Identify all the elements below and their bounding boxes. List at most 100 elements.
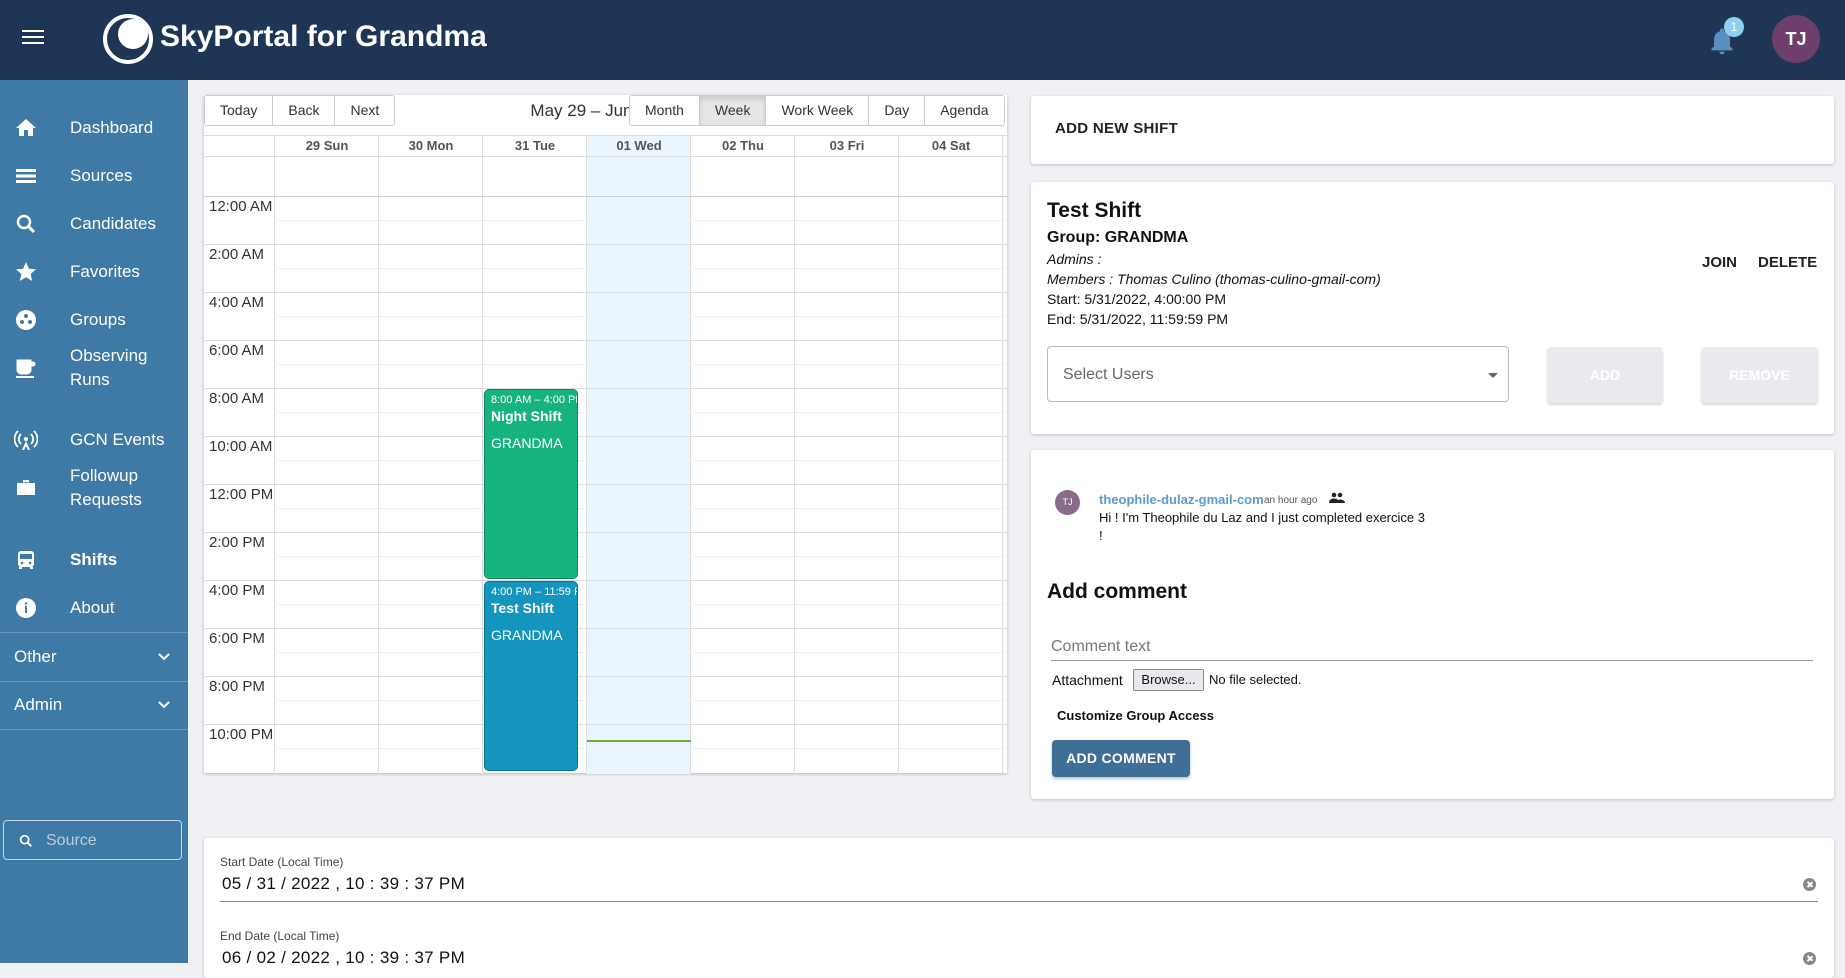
grid-row-line — [204, 388, 1007, 389]
sidebar-item-label: Candidates — [70, 214, 157, 233]
grid-half-row-line — [275, 364, 1007, 365]
end-date-input[interactable]: 06 / 02 / 2022 , 10 : 39 : 37 PM — [222, 948, 465, 968]
view-week-button[interactable]: Week — [699, 96, 767, 125]
groups-icon — [16, 310, 36, 330]
shift-calendar: Today Back Next May 29 – June 04 Month W… — [204, 95, 1007, 774]
search-icon — [16, 214, 36, 234]
sidebar-item-label: Sources — [70, 166, 133, 185]
comment-text-input[interactable] — [1051, 633, 1813, 661]
sidebar: Dashboard Sources Candidates Favorites G… — [0, 80, 188, 963]
day-header[interactable]: 03 Fri — [795, 136, 899, 156]
calendar-event[interactable]: 8:00 AM – 4:00 PM Night Shift GRANDMA — [484, 389, 578, 579]
sidebar-item-about[interactable]: About — [0, 584, 188, 632]
sidebar-item-dashboard[interactable]: Dashboard — [0, 104, 188, 152]
next-button[interactable]: Next — [335, 96, 395, 125]
sidebar-item-favorites[interactable]: Favorites — [0, 248, 188, 296]
shift-end: End: 5/31/2022, 11:59:59 PM — [1047, 311, 1229, 327]
top-app-bar: SkyPortal for Grandma 1 TJ — [0, 0, 1845, 80]
time-slot-label: 8:00 PM — [209, 678, 265, 695]
user-avatar[interactable]: TJ — [1772, 15, 1820, 63]
join-button[interactable]: JOIN — [1702, 254, 1737, 271]
calendar-view-buttons: Month Week Work Week Day Agenda — [629, 95, 1005, 126]
grid-half-row-line — [275, 556, 1007, 557]
sidebar-item-followup-requests[interactable]: Followup Requests — [0, 464, 188, 512]
sidebar-item-label: About — [70, 598, 115, 617]
group-visibility-icon — [1329, 492, 1345, 503]
grid-row-line — [204, 244, 1007, 245]
back-button[interactable]: Back — [273, 96, 336, 125]
grid-row-line — [204, 156, 1007, 157]
grid-half-row-line — [275, 700, 1007, 701]
grid-column-line — [690, 136, 691, 774]
sidebar-group-other[interactable]: Other — [0, 633, 188, 681]
add-users-button[interactable]: ADD — [1547, 347, 1663, 403]
sidebar-item-observing-runs[interactable]: Observing Runs — [0, 344, 188, 392]
calendar-week-grid: 29 Sun 30 Mon 31 Tue 01 Wed 02 Thu 03 Fri 04 S… — [204, 135, 1007, 774]
event-title: Night Shift — [491, 408, 562, 424]
sidebar-item-gcn-events[interactable]: GCN Events — [0, 416, 188, 464]
start-date-underline — [220, 901, 1818, 902]
sidebar-item-label: Dashboard — [70, 118, 154, 137]
source-search-input[interactable] — [44, 829, 174, 853]
clear-start-date-icon[interactable] — [1803, 878, 1816, 891]
day-header[interactable]: 29 Sun — [275, 136, 379, 156]
observing-runs-icon — [16, 359, 36, 378]
grid-column-line — [898, 136, 899, 774]
sidebar-item-sources[interactable]: Sources — [0, 152, 188, 200]
time-slot-label: 2:00 PM — [209, 534, 265, 551]
day-header[interactable]: 31 Tue — [483, 136, 587, 156]
comment-author-avatar: TJ — [1055, 490, 1080, 515]
list-icon — [16, 169, 36, 183]
calendar-event[interactable]: 4:00 PM – 11:59 PM Test Shift GRANDMA — [484, 581, 578, 771]
view-work-week-button[interactable]: Work Week — [766, 96, 870, 125]
view-day-button[interactable]: Day — [869, 96, 926, 125]
shift-title: Test Shift — [1047, 199, 1142, 222]
remove-users-button[interactable]: REMOVE — [1701, 347, 1818, 403]
sidebar-item-groups[interactable]: Groups — [0, 296, 188, 344]
comments-panel: TJ theophile-dulaz-gmail-com an hour ago… — [1031, 450, 1834, 799]
sidebar-item-shifts[interactable]: Shifts — [0, 536, 188, 584]
hamburger-menu-icon[interactable] — [22, 30, 44, 48]
day-header[interactable]: 04 Sat — [899, 136, 1003, 156]
grid-row-line — [204, 724, 1007, 725]
clear-end-date-icon[interactable] — [1803, 952, 1816, 965]
grid-row-line — [204, 532, 1007, 533]
grid-column-line — [274, 136, 275, 774]
day-header[interactable]: 02 Thu — [691, 136, 795, 156]
comment-author[interactable]: theophile-dulaz-gmail-com — [1099, 492, 1264, 507]
view-agenda-button[interactable]: Agenda — [925, 96, 1004, 125]
sidebar-item-label: Favorites — [70, 262, 140, 281]
view-month-button[interactable]: Month — [630, 96, 700, 125]
sidebar-item-candidates[interactable]: Candidates — [0, 200, 188, 248]
grid-row-line — [204, 484, 1007, 485]
day-header[interactable]: 01 Wed — [587, 136, 691, 156]
time-slot-label: 8:00 AM — [209, 390, 265, 407]
start-date-input[interactable]: 05 / 31 / 2022 , 10 : 39 : 37 PM — [222, 874, 465, 894]
add-new-shift-button[interactable]: ADD NEW SHIFT — [1055, 120, 1178, 137]
delete-button[interactable]: DELETE — [1758, 254, 1817, 271]
comment-time: an hour ago — [1264, 495, 1318, 506]
day-header[interactable]: 30 Mon — [379, 136, 483, 156]
info-icon — [16, 598, 36, 618]
sidebar-group-label: Admin — [14, 695, 63, 714]
today-button[interactable]: Today — [205, 96, 274, 125]
briefcase-icon — [17, 480, 35, 495]
event-group: GRANDMA — [491, 435, 563, 451]
sidebar-item-label: Observing Runs — [70, 346, 148, 389]
grid-half-row-line — [275, 652, 1007, 653]
sidebar-item-label: Shifts — [70, 550, 118, 569]
time-slot-label: 4:00 PM — [209, 582, 265, 599]
browse-file-button[interactable]: Browse... — [1133, 669, 1204, 691]
select-users-dropdown[interactable]: Select Users — [1047, 346, 1509, 402]
add-new-shift-panel: ADD NEW SHIFT — [1031, 96, 1834, 164]
grid-half-row-line — [275, 268, 1007, 269]
customize-group-access-toggle[interactable]: Customize Group Access — [1057, 708, 1214, 723]
search-icon — [19, 834, 33, 848]
today-column-highlight — [587, 136, 691, 774]
grid-column-line — [586, 136, 587, 774]
select-users-placeholder: Select Users — [1063, 366, 1154, 383]
sidebar-group-admin[interactable]: Admin — [0, 681, 188, 729]
add-comment-button[interactable]: ADD COMMENT — [1052, 740, 1190, 777]
grid-column-line — [1002, 136, 1003, 774]
date-range-panel: Start Date (Local Time) 05 / 31 / 2022 ,… — [204, 838, 1834, 978]
